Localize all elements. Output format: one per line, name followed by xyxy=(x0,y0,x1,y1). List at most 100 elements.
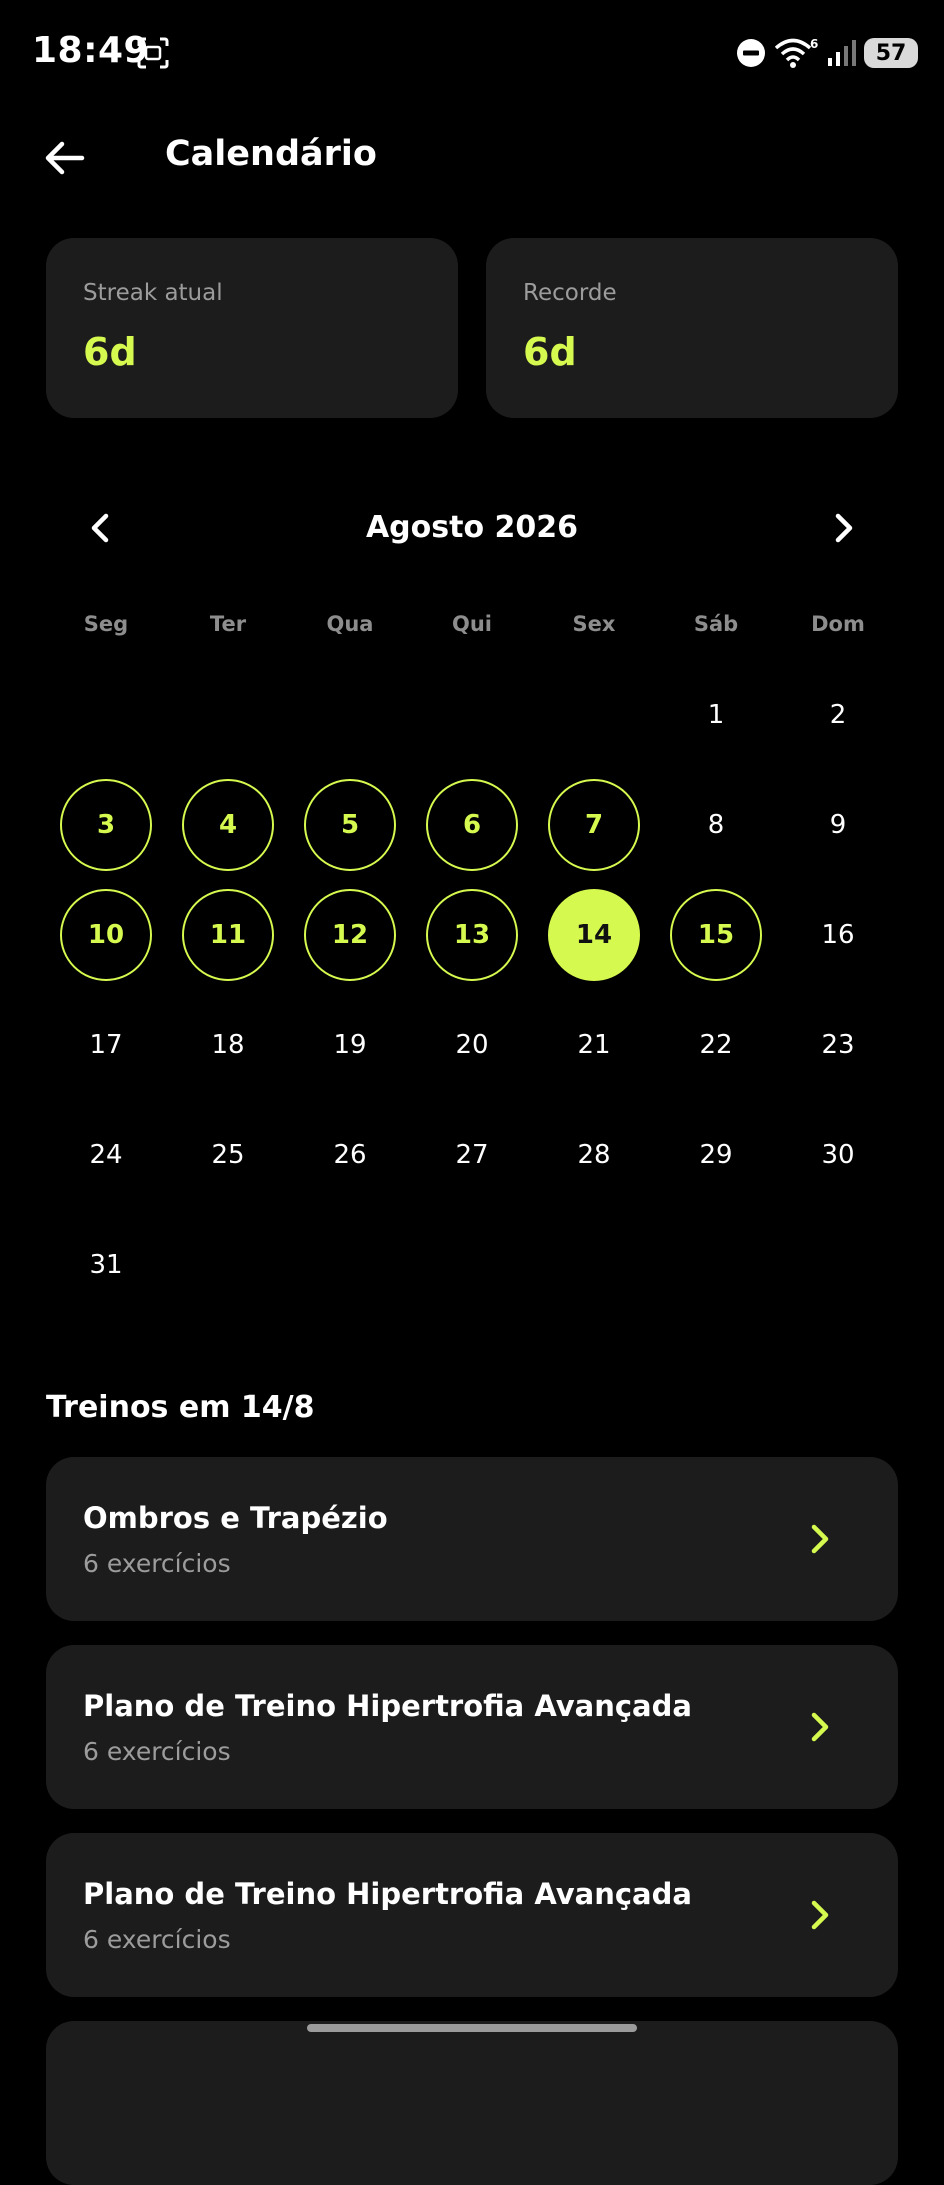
calendar-day[interactable]: 26 xyxy=(304,1109,396,1201)
calendar-cell: 6 xyxy=(411,770,533,880)
home-indicator[interactable] xyxy=(307,2024,637,2032)
calendar-cell: 19 xyxy=(289,990,411,1100)
calendar-cell: 12 xyxy=(289,880,411,990)
wifi-badge: 6 xyxy=(810,37,818,51)
calendar-cell: 4 xyxy=(167,770,289,880)
status-bar: 18:49 6 57 xyxy=(0,0,944,110)
calendar-cell: 31 xyxy=(45,1210,167,1320)
calendar-day-selected[interactable]: 14 xyxy=(548,889,640,981)
calendar-cell: 8 xyxy=(655,770,777,880)
calendar-cell: 11 xyxy=(167,880,289,990)
calendar-day[interactable]: 27 xyxy=(426,1109,518,1201)
empty-cell xyxy=(411,660,533,770)
workout-exercise-count: 6 exercícios xyxy=(83,1549,231,1578)
calendar-day[interactable]: 2 xyxy=(792,669,884,761)
workout-exercise-count: 6 exercícios xyxy=(83,1737,231,1766)
calendar-day[interactable]: 21 xyxy=(548,999,640,1091)
calendar-day[interactable]: 29 xyxy=(670,1109,762,1201)
calendar-day-workout[interactable]: 3 xyxy=(60,779,152,871)
calendar-day[interactable]: 30 xyxy=(792,1109,884,1201)
empty-cell xyxy=(45,660,167,770)
calendar-cell: 14 xyxy=(533,880,655,990)
weekday-label: Sex xyxy=(572,612,616,636)
calendar-day[interactable]: 18 xyxy=(182,999,274,1091)
weekday-label: Dom xyxy=(811,612,865,636)
workout-card[interactable]: Plano de Treino Hipertrofia Avançada 6 e… xyxy=(46,1833,898,1997)
month-label: Agosto 2026 xyxy=(365,510,579,545)
chevron-right-icon xyxy=(811,1900,829,1930)
workout-card-partial[interactable] xyxy=(46,2021,898,2185)
calendar-day[interactable]: 22 xyxy=(670,999,762,1091)
calendar-day-workout[interactable]: 10 xyxy=(60,889,152,981)
calendar-cell: 22 xyxy=(655,990,777,1100)
calendar-day[interactable]: 28 xyxy=(548,1109,640,1201)
calendar-cell: 26 xyxy=(289,1100,411,1210)
calendar-day[interactable]: 31 xyxy=(60,1219,152,1311)
workout-card[interactable]: Ombros e Trapézio 6 exercícios xyxy=(46,1457,898,1621)
back-arrow-icon[interactable] xyxy=(40,134,88,182)
battery-indicator: 57 xyxy=(864,38,918,68)
calendar-day[interactable]: 23 xyxy=(792,999,884,1091)
calendar-day-workout[interactable]: 4 xyxy=(182,779,274,871)
calendar-cell: 15 xyxy=(655,880,777,990)
next-month-icon[interactable] xyxy=(821,506,865,550)
screenshot-icon xyxy=(137,37,169,69)
calendar-day-workout[interactable]: 12 xyxy=(304,889,396,981)
calendar-cell: 27 xyxy=(411,1100,533,1210)
calendar-day[interactable]: 16 xyxy=(792,889,884,981)
stat-label: Streak atual xyxy=(83,280,223,306)
calendar-cell: 9 xyxy=(777,770,899,880)
workout-exercise-count: 6 exercícios xyxy=(83,1925,231,1954)
month-navigation: Agosto 2026 xyxy=(0,498,944,558)
calendar-day[interactable]: 17 xyxy=(60,999,152,1091)
calendar-day-workout[interactable]: 13 xyxy=(426,889,518,981)
weekday-header: Seg Ter Qua Qui Sex Sáb Dom xyxy=(45,612,899,636)
calendar-day[interactable]: 9 xyxy=(792,779,884,871)
weekday-label: Qua xyxy=(326,612,374,636)
calendar-cell: 10 xyxy=(45,880,167,990)
calendar-grid: 1 2 3 4 5 6 7 8 9 10 11 12 13 14 15 16 17 18 19 20 21 22 23 24 2… xyxy=(45,660,899,1320)
calendar-day-workout[interactable]: 15 xyxy=(670,889,762,981)
app-header: Calendário xyxy=(0,118,944,198)
signal-icon xyxy=(828,40,856,66)
calendar-day[interactable]: 20 xyxy=(426,999,518,1091)
stat-value: 6d xyxy=(523,330,577,374)
calendar-day-workout[interactable]: 11 xyxy=(182,889,274,981)
page-title: Calendário xyxy=(165,134,377,174)
calendar-day-workout[interactable]: 7 xyxy=(548,779,640,871)
current-streak-card: Streak atual 6d xyxy=(46,238,458,418)
calendar-day[interactable]: 8 xyxy=(670,779,762,871)
workout-name: Ombros e Trapézio xyxy=(83,1501,388,1535)
calendar-day[interactable]: 24 xyxy=(60,1109,152,1201)
calendar-cell: 1 xyxy=(655,660,777,770)
calendar-cell: 28 xyxy=(533,1100,655,1210)
status-time: 18:49 xyxy=(32,30,150,71)
workout-name: Plano de Treino Hipertrofia Avançada xyxy=(83,1689,692,1723)
calendar-day[interactable]: 19 xyxy=(304,999,396,1091)
weekday-label: Sáb xyxy=(693,612,739,636)
calendar-cell: 16 xyxy=(777,880,899,990)
weekday-label: Seg xyxy=(83,612,129,636)
empty-cell xyxy=(289,660,411,770)
calendar-day[interactable]: 25 xyxy=(182,1109,274,1201)
calendar-cell: 30 xyxy=(777,1100,899,1210)
workout-card[interactable]: Plano de Treino Hipertrofia Avançada 6 e… xyxy=(46,1645,898,1809)
record-card: Recorde 6d xyxy=(486,238,898,418)
weekday-label: Ter xyxy=(209,612,247,636)
calendar-cell: 23 xyxy=(777,990,899,1100)
workouts-section-title: Treinos em 14/8 xyxy=(46,1390,315,1425)
calendar-day-workout[interactable]: 6 xyxy=(426,779,518,871)
calendar-day[interactable]: 1 xyxy=(670,669,762,761)
calendar-day-workout[interactable]: 5 xyxy=(304,779,396,871)
calendar-cell: 5 xyxy=(289,770,411,880)
empty-cell xyxy=(533,660,655,770)
calendar-cell: 21 xyxy=(533,990,655,1100)
calendar-cell: 25 xyxy=(167,1100,289,1210)
previous-month-icon[interactable] xyxy=(79,506,123,550)
workout-name: Plano de Treino Hipertrofia Avançada xyxy=(83,1877,692,1911)
do-not-disturb-icon xyxy=(737,39,765,67)
calendar-cell: 24 xyxy=(45,1100,167,1210)
weekday-label: Qui xyxy=(451,612,492,636)
calendar-cell: 13 xyxy=(411,880,533,990)
calendar-cell: 3 xyxy=(45,770,167,880)
